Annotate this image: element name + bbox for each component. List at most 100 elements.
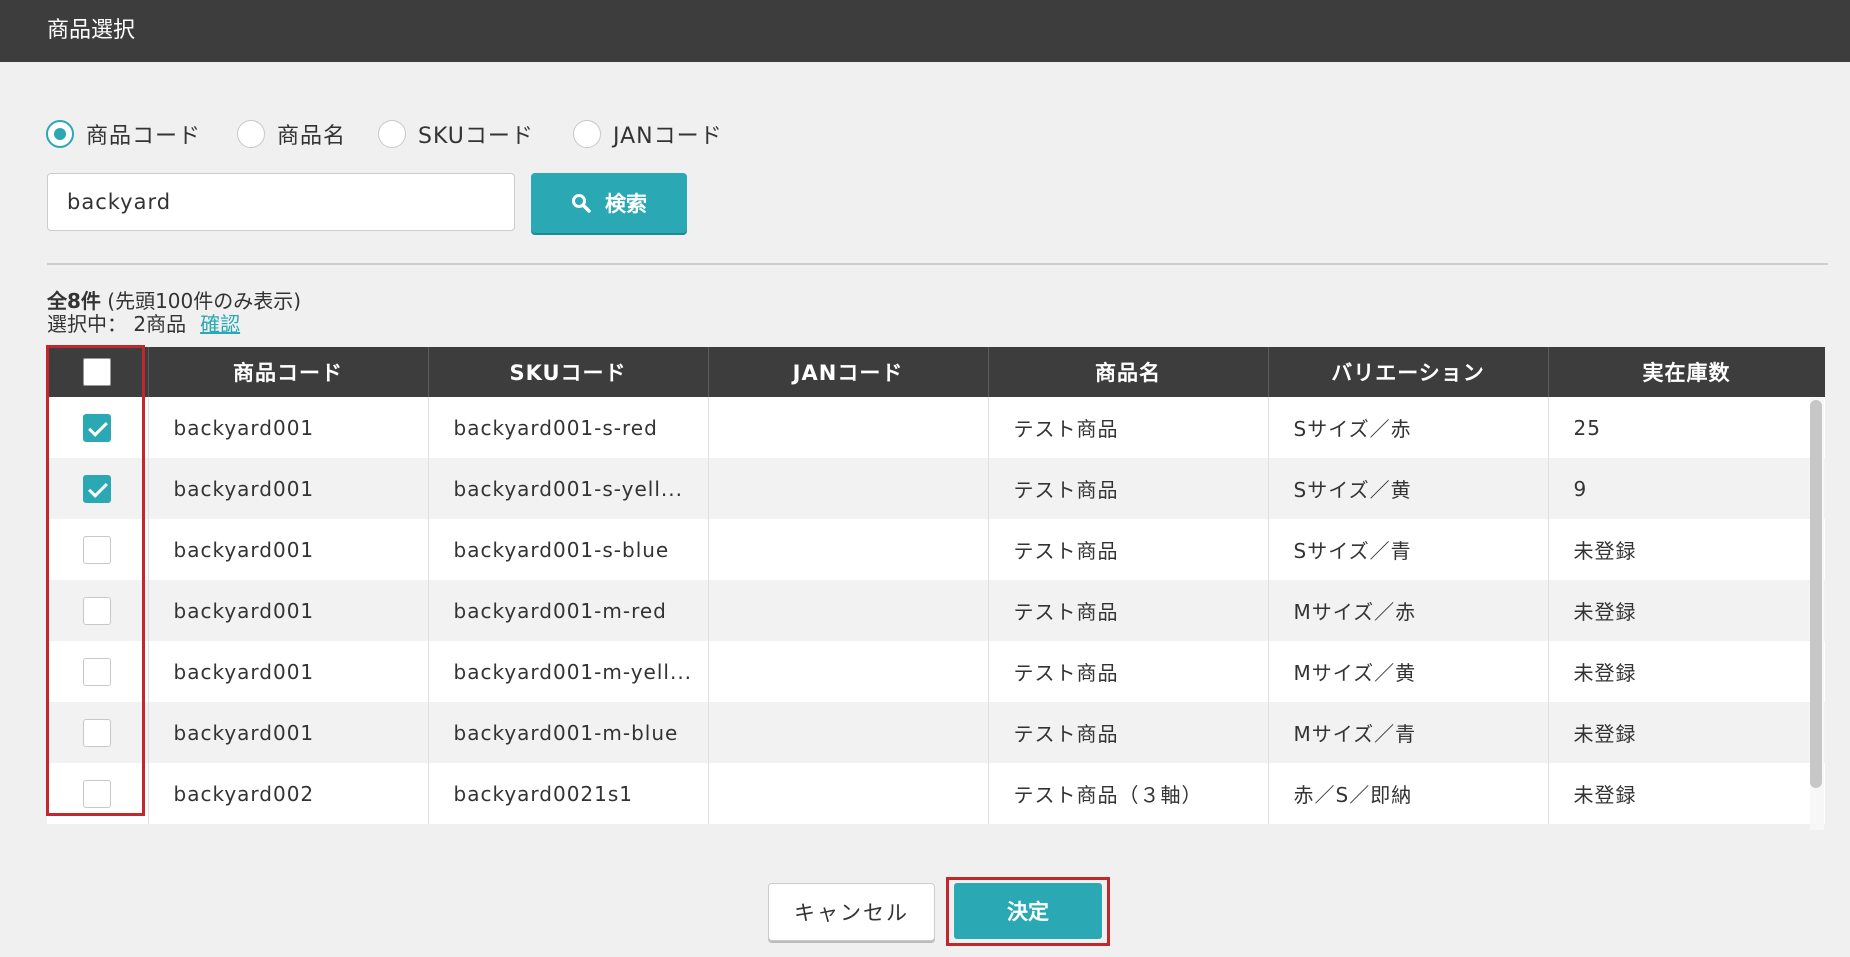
row-checkbox-cell	[47, 580, 149, 641]
cell-stock: 未登録	[1548, 763, 1825, 824]
radio-product-name-circle[interactable]	[237, 120, 265, 148]
row-checkbox[interactable]	[83, 779, 112, 808]
cell-sku-code: backyard0021s1	[428, 763, 709, 824]
cell-jan-code	[708, 397, 989, 458]
cell-sku-code: backyard001-m-blue	[428, 702, 709, 763]
search-button[interactable]: 検索	[531, 173, 687, 233]
product-table: 商品コード SKUコード JANコード 商品名 バリエーション 実在庫数 bac…	[47, 347, 1825, 824]
col-header-variation[interactable]: バリエーション	[1268, 347, 1549, 397]
cell-product-name: テスト商品（３軸）	[988, 763, 1269, 824]
cell-product-code: backyard001	[148, 458, 429, 519]
cell-product-code: backyard001	[148, 397, 429, 458]
cell-jan-code	[708, 763, 989, 824]
product-table-wrapper: 商品コード SKUコード JANコード 商品名 バリエーション 実在庫数 bac…	[47, 347, 1825, 833]
cell-jan-code	[708, 519, 989, 580]
dialog-title: 商品選択	[47, 18, 136, 43]
row-checkbox-cell	[47, 458, 149, 519]
cell-sku-code: backyard001-m-red	[428, 580, 709, 641]
cell-stock: 未登録	[1548, 641, 1825, 702]
radio-product-code-label: 商品コード	[86, 124, 202, 149]
cell-product-code: backyard002	[148, 763, 429, 824]
radio-jan-code[interactable]: JANコード	[573, 117, 723, 151]
search-icon	[572, 194, 591, 213]
cell-variation: Sサイズ／赤	[1268, 397, 1549, 458]
cancel-button[interactable]: キャンセル	[768, 883, 935, 941]
cell-stock: 未登録	[1548, 519, 1825, 580]
cell-product-code: backyard001	[148, 641, 429, 702]
row-checkbox-cell	[47, 397, 149, 458]
row-checkbox[interactable]	[83, 474, 112, 503]
cell-sku-code: backyard001-s-blue	[428, 519, 709, 580]
search-button-label: 検索	[605, 192, 647, 216]
col-header-stock[interactable]: 実在庫数	[1548, 347, 1825, 397]
cell-stock: 25	[1548, 397, 1825, 458]
cell-sku-code: backyard001-m-yell...	[428, 641, 709, 702]
ok-button-highlight: 決定	[946, 877, 1110, 946]
row-checkbox[interactable]	[83, 535, 112, 564]
selection-summary: 選択中： 2商品 確認	[47, 308, 240, 337]
table-row[interactable]: backyard001 backyard001-m-blue テスト商品 Mサイ…	[47, 702, 1825, 763]
row-checkbox-cell	[47, 641, 149, 702]
row-checkbox[interactable]	[83, 657, 112, 686]
select-all-checkbox[interactable]	[83, 358, 112, 386]
radio-sku-code-label: SKUコード	[418, 124, 534, 149]
radio-sku-code-circle[interactable]	[378, 120, 406, 148]
table-row[interactable]: backyard001 backyard001-m-red テスト商品 Mサイズ…	[47, 580, 1825, 641]
cell-variation: Sサイズ／青	[1268, 519, 1549, 580]
cell-sku-code: backyard001-s-red	[428, 397, 709, 458]
cell-product-name: テスト商品	[988, 397, 1269, 458]
cell-sku-code: backyard001-s-yell...	[428, 458, 709, 519]
cell-jan-code	[708, 458, 989, 519]
cell-variation: Mサイズ／黄	[1268, 641, 1549, 702]
radio-jan-code-circle[interactable]	[573, 120, 601, 148]
divider	[47, 263, 1828, 265]
cell-stock: 未登録	[1548, 580, 1825, 641]
col-header-product-name[interactable]: 商品名	[988, 347, 1269, 397]
cell-stock: 未登録	[1548, 702, 1825, 763]
cell-variation: Mサイズ／青	[1268, 702, 1549, 763]
radio-product-name-label: 商品名	[277, 124, 347, 149]
table-scrollbar-thumb[interactable]	[1810, 400, 1822, 788]
col-header-jan-code[interactable]: JANコード	[708, 347, 989, 397]
cell-jan-code	[708, 580, 989, 641]
selected-count: 選択中： 2商品	[47, 312, 187, 336]
table-row[interactable]: backyard001 backyard001-m-yell... テスト商品 …	[47, 641, 1825, 702]
cell-stock: 9	[1548, 458, 1825, 519]
row-checkbox[interactable]	[83, 718, 112, 747]
cell-variation: Sサイズ／黄	[1268, 458, 1549, 519]
cell-product-code: backyard001	[148, 519, 429, 580]
table-row[interactable]: backyard002 backyard0021s1 テスト商品（３軸） 赤／S…	[47, 763, 1825, 824]
row-checkbox[interactable]	[83, 596, 112, 625]
table-header-row: 商品コード SKUコード JANコード 商品名 バリエーション 実在庫数	[47, 347, 1825, 397]
select-all-cell	[47, 347, 149, 397]
radio-sku-code[interactable]: SKUコード	[378, 117, 534, 151]
dialog-title-bar: 商品選択	[0, 0, 1850, 62]
radio-product-name[interactable]: 商品名	[237, 117, 346, 151]
radio-product-code[interactable]: 商品コード	[46, 117, 201, 151]
radio-product-code-circle[interactable]	[46, 120, 74, 148]
cell-variation: Mサイズ／赤	[1268, 580, 1549, 641]
ok-button[interactable]: 決定	[954, 883, 1102, 939]
cell-product-name: テスト商品	[988, 580, 1269, 641]
table-row[interactable]: backyard001 backyard001-s-yell... テスト商品 …	[47, 458, 1825, 519]
cell-product-name: テスト商品	[988, 519, 1269, 580]
col-header-product-code[interactable]: 商品コード	[148, 347, 429, 397]
cell-product-code: backyard001	[148, 580, 429, 641]
cell-product-code: backyard001	[148, 702, 429, 763]
cell-product-name: テスト商品	[988, 702, 1269, 763]
confirm-link[interactable]: 確認	[200, 312, 240, 336]
row-checkbox-cell	[47, 763, 149, 824]
cell-product-name: テスト商品	[988, 641, 1269, 702]
table-row[interactable]: backyard001 backyard001-s-blue テスト商品 Sサイ…	[47, 519, 1825, 580]
cell-jan-code	[708, 702, 989, 763]
table-row[interactable]: backyard001 backyard001-s-red テスト商品 Sサイズ…	[47, 397, 1825, 458]
cell-jan-code	[708, 641, 989, 702]
row-checkbox[interactable]	[83, 413, 112, 442]
row-checkbox-cell	[47, 519, 149, 580]
search-input[interactable]	[47, 173, 515, 231]
cell-variation: 赤／S／即納	[1268, 763, 1549, 824]
radio-jan-code-label: JANコード	[613, 124, 723, 149]
col-header-sku-code[interactable]: SKUコード	[428, 347, 709, 397]
row-checkbox-cell	[47, 702, 149, 763]
cell-product-name: テスト商品	[988, 458, 1269, 519]
